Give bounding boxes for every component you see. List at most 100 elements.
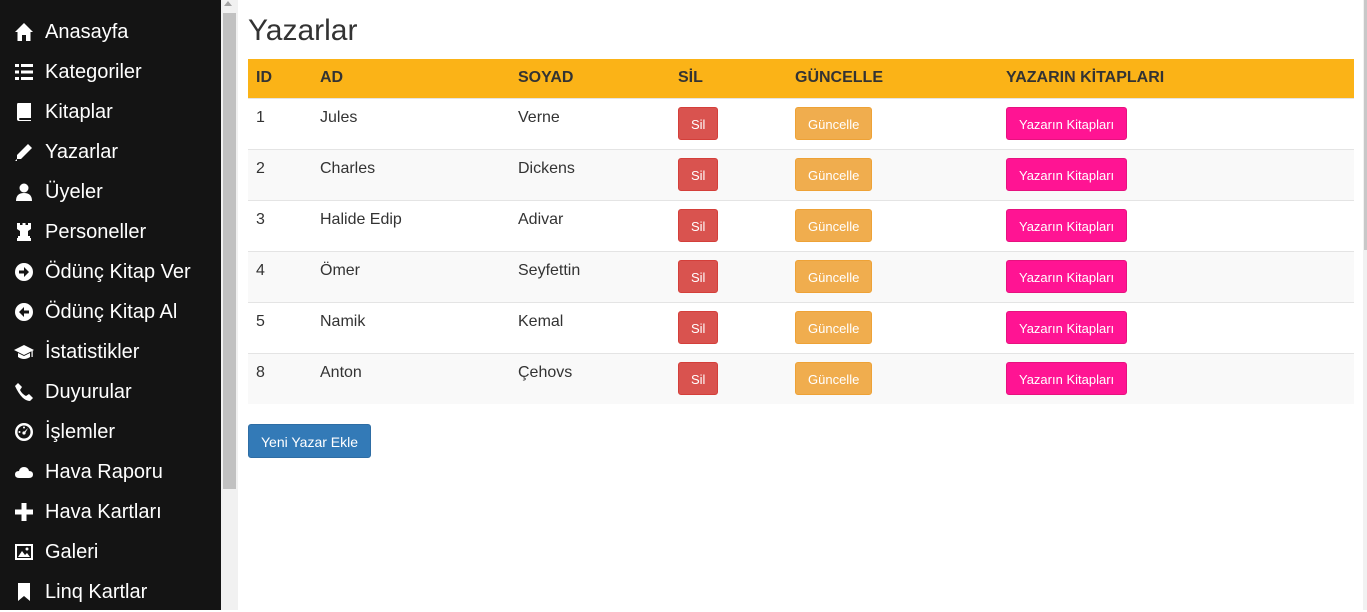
cell-id: 2 <box>256 159 265 177</box>
sidebar-item-label: Hava Raporu <box>45 460 163 483</box>
sidebar-item-label: Galeri <box>45 540 99 563</box>
cell-soyad: Seyfettin <box>518 261 581 279</box>
author-books-button[interactable]: Yazarın Kitapları <box>1006 106 1128 140</box>
cell-soyad: Çehovs <box>518 363 573 381</box>
user-icon <box>13 181 35 203</box>
sidebar: Anasayfa Kategoriler Kitaplar Yazarlar Ü… <box>0 0 221 610</box>
author-books-button[interactable]: Yazarın Kitapları <box>1006 310 1128 344</box>
delete-button[interactable]: Sil <box>678 310 719 344</box>
sidebar-item-label: Duyurular <box>45 380 132 403</box>
cell-ad: Charles <box>320 159 376 177</box>
sidebar-item-kitaplar[interactable]: Kitaplar <box>0 92 221 132</box>
sidebar-item-uyeler[interactable]: Üyeler <box>0 172 221 212</box>
sidebar-item-linq-kartlar[interactable]: Linq Kartlar <box>0 572 221 612</box>
update-button[interactable]: Güncelle <box>795 157 873 191</box>
book-icon <box>13 101 35 123</box>
sidebar-item-label: Ödünç Kitap Ver <box>45 260 191 283</box>
table-row: 1 Jules Verne Sil Güncelle Yazarın Kitap… <box>248 98 1354 149</box>
phone-icon <box>13 381 35 403</box>
cell-id: 5 <box>256 312 265 330</box>
delete-button[interactable]: Sil <box>678 157 719 191</box>
sidebar-item-hava-kartlari[interactable]: Hava Kartları <box>0 492 221 532</box>
table-row: 3 Halide Edip Adivar Sil Güncelle Yazarı… <box>248 200 1354 251</box>
cell-guncelle: Güncelle <box>787 149 998 200</box>
cell-ad: Ömer <box>320 261 360 279</box>
sidebar-item-odunc-kitap-ver[interactable]: Ödünç Kitap Ver <box>0 252 221 292</box>
cloud-icon <box>13 461 35 483</box>
cell-kitaplar: Yazarın Kitapları <box>998 98 1354 149</box>
delete-button[interactable]: Sil <box>678 208 719 242</box>
pencil-icon <box>13 141 35 163</box>
cell-kitaplar: Yazarın Kitapları <box>998 302 1354 353</box>
sidebar-item-label: Personeller <box>45 220 147 243</box>
sidebar-item-galeri[interactable]: Galeri <box>0 532 221 572</box>
authors-table: ID AD SOYAD SİL GÜNCELLE YAZARIN KİTAPLA… <box>248 59 1354 404</box>
sidebar-item-hava-raporu[interactable]: Hava Raporu <box>0 452 221 492</box>
education-icon <box>13 341 35 363</box>
cell-guncelle: Güncelle <box>787 200 998 251</box>
header-yazarin-kitaplari: YAZARIN KİTAPLARI <box>1006 69 1165 87</box>
cell-guncelle: Güncelle <box>787 251 998 302</box>
sidebar-item-yazarlar[interactable]: Yazarlar <box>0 132 221 172</box>
cell-soyad: Adivar <box>518 210 564 228</box>
sidebar-item-personeller[interactable]: Personeller <box>0 212 221 252</box>
add-author-button[interactable]: Yeni Yazar Ekle <box>248 424 372 458</box>
table-row: 4 Ömer Seyfettin Sil Güncelle Yazarın Ki… <box>248 251 1354 302</box>
delete-button[interactable]: Sil <box>678 259 719 293</box>
cell-sil: Sil <box>670 98 787 149</box>
table-row: 8 Anton Çehovs Sil Güncelle Yazarın Kita… <box>248 353 1354 404</box>
tower-icon <box>13 221 35 243</box>
sidebar-item-label: Hava Kartları <box>45 500 162 523</box>
sidebar-item-kategoriler[interactable]: Kategoriler <box>0 52 221 92</box>
cell-kitaplar: Yazarın Kitapları <box>998 251 1354 302</box>
circle-arrow-right-icon <box>13 261 35 283</box>
cell-kitaplar: Yazarın Kitapları <box>998 200 1354 251</box>
sidebar-item-label: Anasayfa <box>45 20 129 43</box>
cell-id: 8 <box>256 363 265 381</box>
delete-button[interactable]: Sil <box>678 361 719 395</box>
update-button[interactable]: Güncelle <box>795 208 873 242</box>
bookmark-icon <box>13 581 35 603</box>
sidebar-item-duyurular[interactable]: Duyurular <box>0 372 221 412</box>
author-books-button[interactable]: Yazarın Kitapları <box>1006 208 1128 242</box>
table-header-row: ID AD SOYAD SİL GÜNCELLE YAZARIN KİTAPLA… <box>248 59 1354 98</box>
update-button[interactable]: Güncelle <box>795 361 873 395</box>
sidebar-item-anasayfa[interactable]: Anasayfa <box>0 12 221 52</box>
cell-ad: Halide Edip <box>320 210 402 228</box>
cell-id: 4 <box>256 261 265 279</box>
cell-kitaplar: Yazarın Kitapları <box>998 149 1354 200</box>
sidebar-item-label: Yazarlar <box>45 140 118 163</box>
scroll-up-arrow-icon[interactable] <box>224 1 232 6</box>
sidebar-scrollbar-thumb[interactable] <box>223 13 236 489</box>
sidebar-item-odunc-kitap-al[interactable]: Ödünç Kitap Al <box>0 292 221 332</box>
sidebar-item-label: İşlemler <box>45 420 116 443</box>
list-icon <box>13 61 35 83</box>
cell-kitaplar: Yazarın Kitapları <box>998 353 1354 404</box>
table-row: 2 Charles Dickens Sil Güncelle Yazarın K… <box>248 149 1354 200</box>
cell-sil: Sil <box>670 200 787 251</box>
sidebar-item-label: Kategoriler <box>45 60 142 83</box>
header-guncelle: GÜNCELLE <box>795 69 883 87</box>
cell-sil: Sil <box>670 149 787 200</box>
cell-sil: Sil <box>670 302 787 353</box>
cell-sil: Sil <box>670 251 787 302</box>
update-button[interactable]: Güncelle <box>795 106 873 140</box>
cell-ad: Jules <box>320 108 358 126</box>
plus-icon <box>13 501 35 523</box>
header-ad: AD <box>320 69 344 87</box>
sidebar-item-islemler[interactable]: İşlemler <box>0 412 221 452</box>
delete-button[interactable]: Sil <box>678 106 719 140</box>
update-button[interactable]: Güncelle <box>795 259 873 293</box>
header-id: ID <box>256 69 272 87</box>
page-title: Yazarlar <box>248 14 358 47</box>
cell-guncelle: Güncelle <box>787 302 998 353</box>
circle-arrow-left-icon <box>13 301 35 323</box>
sidebar-item-label: Ödünç Kitap Al <box>45 300 178 323</box>
sidebar-item-label: Linq Kartlar <box>45 580 148 603</box>
author-books-button[interactable]: Yazarın Kitapları <box>1006 157 1128 191</box>
update-button[interactable]: Güncelle <box>795 310 873 344</box>
author-books-button[interactable]: Yazarın Kitapları <box>1006 361 1128 395</box>
cell-soyad: Dickens <box>518 159 575 177</box>
author-books-button[interactable]: Yazarın Kitapları <box>1006 259 1128 293</box>
sidebar-item-istatistikler[interactable]: İstatistikler <box>0 332 221 372</box>
